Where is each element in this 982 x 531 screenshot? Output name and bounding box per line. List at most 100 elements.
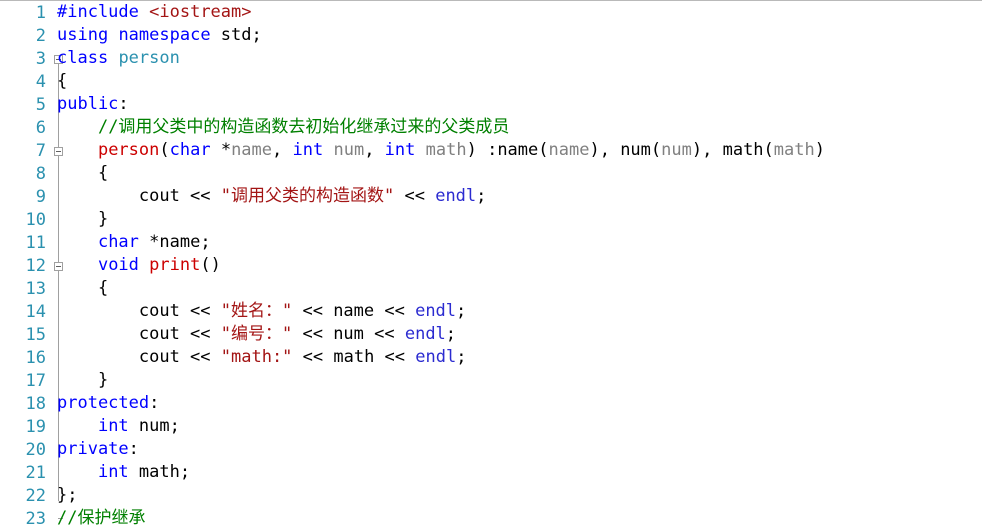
code-token-plain: ; <box>476 186 487 206</box>
code-line[interactable]: cout << "编号：" << num << endl; <box>57 323 982 346</box>
line-number: 6 <box>35 118 46 138</box>
code-token-plain: { <box>57 163 109 183</box>
code-line[interactable]: cout << "调用父类的构造函数" << endl; <box>57 185 982 208</box>
code-token-endl: endl <box>435 186 477 206</box>
line-number: 21 <box>25 463 46 483</box>
code-token-kw: int <box>97 416 129 436</box>
code-token-kw: using <box>57 25 109 45</box>
code-line[interactable]: void print() <box>57 254 982 277</box>
code-token-cmt: //调用父类中的构造函数去初始化继承过来的父类成员 <box>97 117 510 137</box>
code-token-plain: << <box>394 186 436 206</box>
editor-gutter: 1 2 3 4 5 6 7 8 9 10 11 12 13 14 15 16 17 18 19 20 21 22 23 <box>0 1 57 531</box>
code-line[interactable]: person(char *name, int num, int math) :n… <box>57 139 982 162</box>
code-token-hdr: <iostream> <box>149 2 252 22</box>
code-line[interactable]: int num; <box>57 415 982 438</box>
code-line[interactable]: public: <box>57 93 982 116</box>
code-token-kw: public <box>57 94 119 114</box>
code-line[interactable]: } <box>57 369 982 392</box>
code-token-plain: cout << <box>57 186 221 206</box>
code-token-kw: protected <box>57 393 150 413</box>
code-line[interactable]: char *name; <box>57 231 982 254</box>
code-line[interactable]: cout << "math:" << math << endl; <box>57 346 982 369</box>
code-token-plain: *name; <box>138 232 211 252</box>
code-token-pp: #include <box>57 2 139 22</box>
code-token-plain: ), <box>589 140 621 160</box>
code-token-param: num <box>661 140 692 160</box>
code-token-plain: << name << <box>292 301 416 321</box>
code-token-endl: endl <box>415 301 457 321</box>
line-number: 22 <box>25 486 46 506</box>
code-line[interactable]: private: <box>57 438 982 461</box>
code-token-plain: , <box>364 140 385 160</box>
code-line[interactable]: protected: <box>57 392 982 415</box>
code-line[interactable]: int math; <box>57 461 982 484</box>
line-number: 3 <box>35 49 46 69</box>
code-token-plain: : <box>118 94 129 114</box>
code-line[interactable]: #include <iostream> <box>57 1 982 24</box>
code-token-plain: ; <box>456 301 467 321</box>
code-token-kw: private <box>57 439 129 459</box>
code-token-plain: ) : <box>466 140 498 160</box>
code-token-plain: ( <box>763 140 774 160</box>
line-number: 2 <box>35 26 46 46</box>
line-number: 4 <box>35 72 46 92</box>
line-number: 15 <box>25 325 46 345</box>
code-editor[interactable]: 1 2 3 4 5 6 7 8 9 10 11 12 13 14 15 16 17 18 19 20 21 22 23 #i… <box>0 0 982 531</box>
line-number: 17 <box>25 371 46 391</box>
code-line[interactable]: { <box>57 162 982 185</box>
code-token-plain: ; <box>456 347 467 367</box>
code-token-kw: class <box>57 48 109 68</box>
code-token-plain: , <box>272 140 293 160</box>
code-line[interactable]: cout << "姓名：" << name << endl; <box>57 300 982 323</box>
line-number: 7 <box>35 141 46 161</box>
code-line[interactable]: class person <box>57 47 982 70</box>
code-line[interactable]: { <box>57 70 982 93</box>
code-token-str: "math:" <box>220 347 293 367</box>
line-number: 8 <box>35 164 46 184</box>
code-content-area[interactable]: #include <iostream> using namespace std; c… <box>57 1 982 531</box>
code-line[interactable]: //调用父类中的构造函数去初始化继承过来的父类成员 <box>57 116 982 139</box>
code-token-plain: name <box>497 140 539 160</box>
code-token-plain: ; <box>445 324 457 344</box>
code-token-plain: } <box>57 209 109 229</box>
line-number: 14 <box>25 302 46 322</box>
line-number: 10 <box>25 210 46 230</box>
line-number: 20 <box>25 440 46 460</box>
code-token-plain: }; <box>57 485 78 505</box>
code-token-plain: cout << <box>57 324 221 344</box>
line-number: 5 <box>35 95 46 115</box>
code-token-plain: { <box>57 278 109 298</box>
code-token-str: "姓名：" <box>220 301 293 321</box>
code-line[interactable]: { <box>57 277 982 300</box>
code-line[interactable]: //保护继承 <box>57 507 982 530</box>
code-token-plain: num <box>620 140 651 160</box>
code-token-param: name <box>231 140 273 160</box>
code-token-plain: math <box>722 140 764 160</box>
code-token-kw: char <box>97 232 139 252</box>
code-token-param: math <box>773 140 815 160</box>
code-token-plain: : <box>128 439 139 459</box>
code-token-endl: endl <box>415 347 457 367</box>
code-token-plain: << num << <box>292 324 405 344</box>
code-token-param: name <box>548 140 590 160</box>
code-token-str: "调用父类的构造函数" <box>220 186 395 206</box>
code-token-plain: * <box>210 140 232 160</box>
code-line[interactable]: using namespace std; <box>57 24 982 47</box>
code-line[interactable]: }; <box>57 484 982 507</box>
code-token-plain: num; <box>128 416 180 436</box>
code-token-plain: () <box>200 255 221 275</box>
code-token-kw: int <box>97 462 129 482</box>
code-line[interactable]: } <box>57 208 982 231</box>
code-token-plain: ( <box>538 140 549 160</box>
code-token-plain: { <box>57 71 68 91</box>
line-number: 1 <box>35 3 46 23</box>
code-token-kw: namespace <box>118 25 211 45</box>
